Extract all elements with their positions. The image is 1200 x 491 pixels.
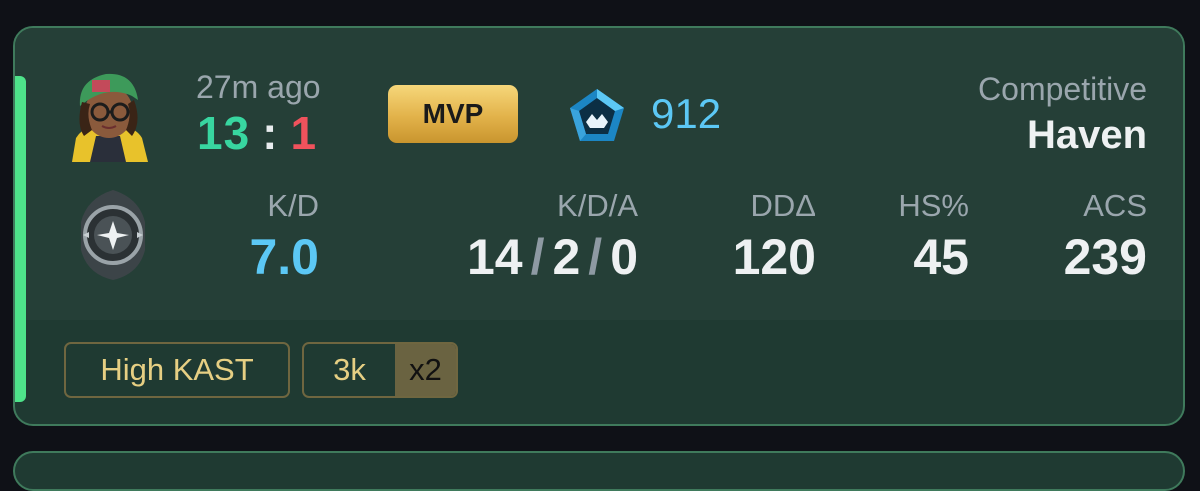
kills-value: 14	[466, 229, 523, 285]
match-card[interactable]: 27m ago 13:1 MVP 912 Competitive Haven K…	[13, 26, 1185, 426]
multikill-label: 3k	[333, 352, 366, 387]
rank-rating-value: 912	[651, 90, 722, 137]
kda-slash: /	[530, 229, 545, 285]
multikill-tag: 3k x2	[302, 342, 458, 398]
acs-value: 239	[1063, 229, 1147, 285]
score-separator: :	[262, 107, 279, 159]
hs-label: HS%	[898, 188, 969, 223]
game-mode-label: Competitive	[978, 71, 1147, 107]
win-accent-bar	[15, 76, 26, 402]
next-match-card[interactable]	[13, 451, 1185, 491]
kd-label: K/D	[267, 188, 319, 223]
deaths-value: 2	[552, 229, 581, 285]
kda-slash: /	[588, 229, 603, 285]
multikill-multiplier: x2	[395, 344, 456, 396]
score-lost: 1	[290, 107, 318, 159]
dda-label: DDΔ	[750, 188, 816, 223]
rank-emblem-icon	[81, 190, 145, 280]
hs-value: 45	[913, 229, 969, 285]
match-score: 13:1	[197, 106, 317, 160]
dda-value: 120	[732, 229, 816, 285]
kda-value: 14/2/0	[467, 228, 638, 286]
score-won: 13	[197, 107, 251, 159]
kd-value: 7.0	[249, 229, 319, 285]
match-time-ago: 27m ago	[196, 69, 321, 105]
acs-label: ACS	[1083, 188, 1147, 223]
kda-label: K/D/A	[557, 188, 638, 223]
radiant-rank-icon	[570, 89, 624, 141]
map-name: Haven	[1026, 113, 1147, 157]
mvp-badge: MVP	[388, 85, 518, 143]
high-kast-tag: High KAST	[64, 342, 290, 398]
assists-value: 0	[610, 229, 638, 285]
agent-avatar-icon	[62, 66, 154, 162]
